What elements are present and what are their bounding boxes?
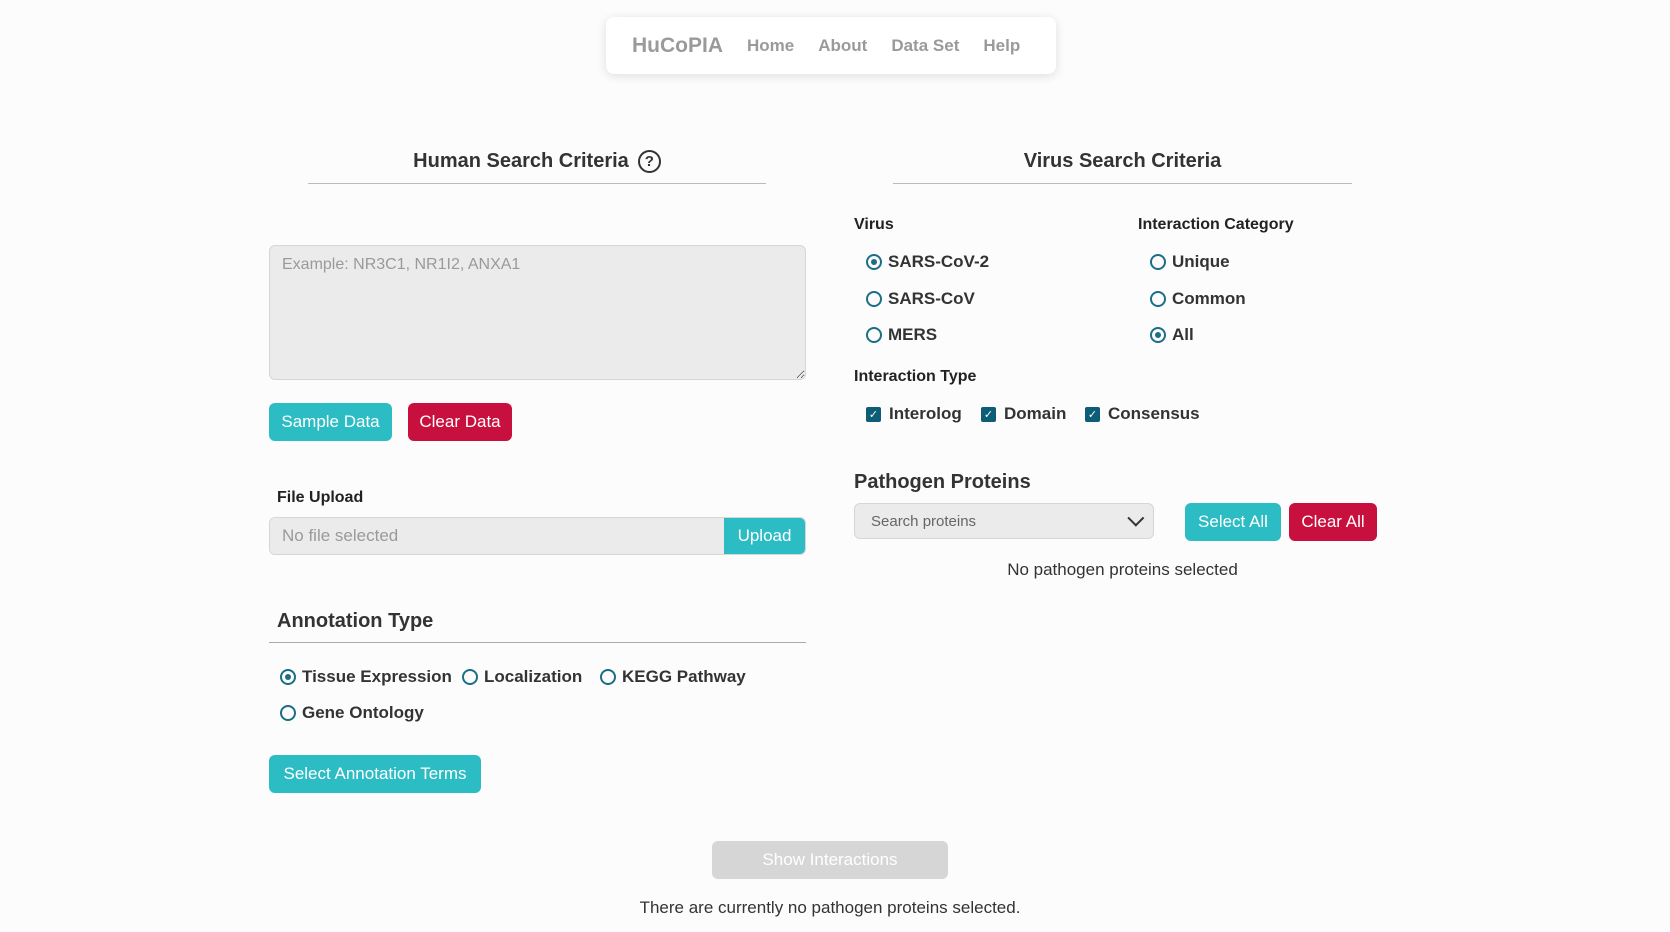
category-option-label: All — [1172, 325, 1194, 344]
virus-label: Virus — [854, 216, 894, 233]
virus-option-label: SARS-CoV-2 — [888, 252, 990, 271]
checkbox-checked-icon[interactable]: ✓ — [981, 406, 996, 422]
virus-option-mers[interactable]: MERS — [866, 325, 937, 345]
brand-logo[interactable]: HuCoPIA — [632, 34, 723, 58]
radio-icon[interactable] — [600, 669, 616, 685]
checkbox-checked-icon[interactable]: ✓ — [1085, 406, 1100, 422]
radio-icon[interactable] — [866, 327, 882, 343]
category-option-common[interactable]: Common — [1150, 289, 1246, 309]
checkbox-checked-icon[interactable]: ✓ — [866, 406, 881, 422]
radio-selected-icon[interactable] — [1150, 327, 1166, 343]
virus-option-label: SARS-CoV — [888, 289, 975, 308]
status-message: There are currently no pathogen proteins… — [639, 898, 1021, 917]
annotation-option-kegg-pathway[interactable]: KEGG Pathway — [600, 667, 746, 687]
virus-search-title: Virus Search Criteria — [893, 139, 1352, 184]
radio-selected-icon[interactable] — [280, 669, 296, 685]
human-search-title: Human Search Criteria ? — [308, 139, 766, 184]
category-option-label: Unique — [1172, 252, 1230, 271]
question-circle-icon[interactable]: ? — [637, 149, 661, 173]
virus-option-sars-cov-2[interactable]: SARS-CoV-2 — [866, 252, 989, 272]
radio-icon[interactable] — [462, 669, 478, 685]
virus-option-label: MERS — [888, 325, 938, 344]
radio-icon[interactable] — [280, 705, 296, 721]
type-option-label: Domain — [1004, 404, 1067, 423]
type-option-label: Consensus — [1108, 404, 1200, 423]
radio-icon[interactable] — [866, 291, 882, 307]
chevron-down-icon[interactable] — [1127, 509, 1145, 527]
radio-icon[interactable] — [1150, 291, 1166, 307]
sample-data-button[interactable]: Sample Data — [269, 403, 392, 441]
gene-list-input[interactable] — [269, 245, 806, 380]
file-upload-control[interactable]: No file selected Upload — [269, 517, 806, 555]
annotation-type-heading: Annotation Type — [277, 610, 434, 632]
no-proteins-message: No pathogen proteins selected — [1007, 560, 1238, 579]
file-name-field[interactable]: No file selected — [270, 518, 724, 554]
pathogen-proteins-heading: Pathogen Proteins — [854, 471, 1031, 493]
category-option-label: Common — [1172, 289, 1246, 308]
protein-search-placeholder: Search proteins — [871, 512, 977, 530]
type-option-interolog[interactable]: ✓ Interolog — [866, 404, 962, 424]
clear-data-button[interactable]: Clear Data — [408, 403, 512, 441]
interaction-type-label: Interaction Type — [854, 368, 977, 385]
annotation-option-tissue-expression[interactable]: Tissue Expression — [280, 667, 452, 687]
annotation-option-label: Tissue Expression — [302, 667, 452, 686]
nav-home[interactable]: Home — [747, 36, 794, 56]
nav-about[interactable]: About — [818, 36, 867, 56]
type-option-consensus[interactable]: ✓ Consensus — [1085, 404, 1200, 424]
annotation-option-label: Localization — [484, 667, 583, 686]
clear-all-button[interactable]: Clear All — [1289, 503, 1377, 541]
show-interactions-button[interactable]: Show Interactions — [712, 841, 948, 879]
nav-help[interactable]: Help — [983, 36, 1020, 56]
protein-search-select[interactable]: Search proteins — [854, 503, 1154, 539]
annotation-option-label: KEGG Pathway — [622, 667, 746, 686]
type-option-domain[interactable]: ✓ Domain — [981, 404, 1066, 424]
human-search-title-text: Human Search Criteria — [413, 149, 629, 172]
annotation-divider — [269, 642, 806, 643]
file-upload-label: File Upload — [277, 489, 364, 506]
type-option-label: Interolog — [889, 404, 962, 423]
virus-option-sars-cov[interactable]: SARS-CoV — [866, 289, 975, 309]
nav-data-set[interactable]: Data Set — [891, 36, 959, 56]
category-option-unique[interactable]: Unique — [1150, 252, 1230, 272]
virus-search-title-text: Virus Search Criteria — [1023, 149, 1222, 172]
annotation-option-label: Gene Ontology — [302, 703, 424, 722]
annotation-option-localization[interactable]: Localization — [462, 667, 582, 687]
annotation-option-gene-ontology[interactable]: Gene Ontology — [280, 703, 424, 723]
select-annotation-terms-button[interactable]: Select Annotation Terms — [269, 755, 481, 793]
radio-icon[interactable] — [1150, 254, 1166, 270]
upload-button[interactable]: Upload — [724, 518, 805, 554]
select-all-button[interactable]: Select All — [1185, 503, 1281, 541]
top-navbar: HuCoPIA Home About Data Set Help — [606, 17, 1056, 74]
category-option-all[interactable]: All — [1150, 325, 1194, 345]
radio-selected-icon[interactable] — [866, 254, 882, 270]
interaction-category-label: Interaction Category — [1138, 216, 1294, 233]
